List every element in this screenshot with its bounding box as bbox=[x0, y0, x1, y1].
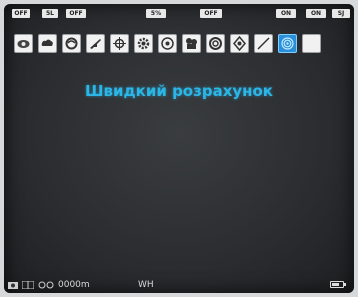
status-label-4: 5% bbox=[146, 9, 166, 18]
camera-status-icon bbox=[8, 281, 18, 289]
battery-level bbox=[332, 283, 339, 286]
shield-icon[interactable] bbox=[230, 34, 249, 53]
range-icon[interactable] bbox=[14, 34, 33, 53]
screen-title: Швидкий розрахунок bbox=[85, 82, 273, 100]
distance-readout: 0000m bbox=[58, 280, 90, 290]
grid-status-icon bbox=[21, 280, 35, 290]
gear-icon[interactable] bbox=[134, 34, 153, 53]
rifle-icon[interactable] bbox=[86, 34, 105, 53]
scope-icon[interactable] bbox=[206, 34, 225, 53]
swirl-icon[interactable] bbox=[62, 34, 81, 53]
target-icon[interactable] bbox=[158, 34, 177, 53]
status-label-3: OFF bbox=[66, 9, 86, 18]
blank-icon[interactable] bbox=[302, 34, 321, 53]
status-label-2: 5L bbox=[42, 9, 58, 18]
slash-icon[interactable] bbox=[254, 34, 273, 53]
link-status-icon bbox=[38, 281, 54, 289]
crosshair-icon[interactable] bbox=[110, 34, 129, 53]
camera-icon[interactable] bbox=[182, 34, 201, 53]
icon-toolbar bbox=[14, 34, 354, 58]
status-label-7: ON bbox=[306, 9, 326, 18]
bottom-status-bar: 0000m WH bbox=[4, 277, 354, 293]
device-screen: OFF 5L OFF 5% OFF ON ON SJ Швидкий розра… bbox=[4, 4, 354, 293]
status-label-1: OFF bbox=[12, 9, 30, 18]
mode-label: WH bbox=[138, 280, 154, 290]
status-label-8: SJ bbox=[332, 9, 350, 18]
wifi-icon[interactable] bbox=[278, 34, 297, 53]
cloud-icon[interactable] bbox=[38, 34, 57, 53]
status-label-6: ON bbox=[276, 9, 296, 18]
battery-icon bbox=[330, 281, 346, 288]
status-label-5: OFF bbox=[200, 9, 222, 18]
